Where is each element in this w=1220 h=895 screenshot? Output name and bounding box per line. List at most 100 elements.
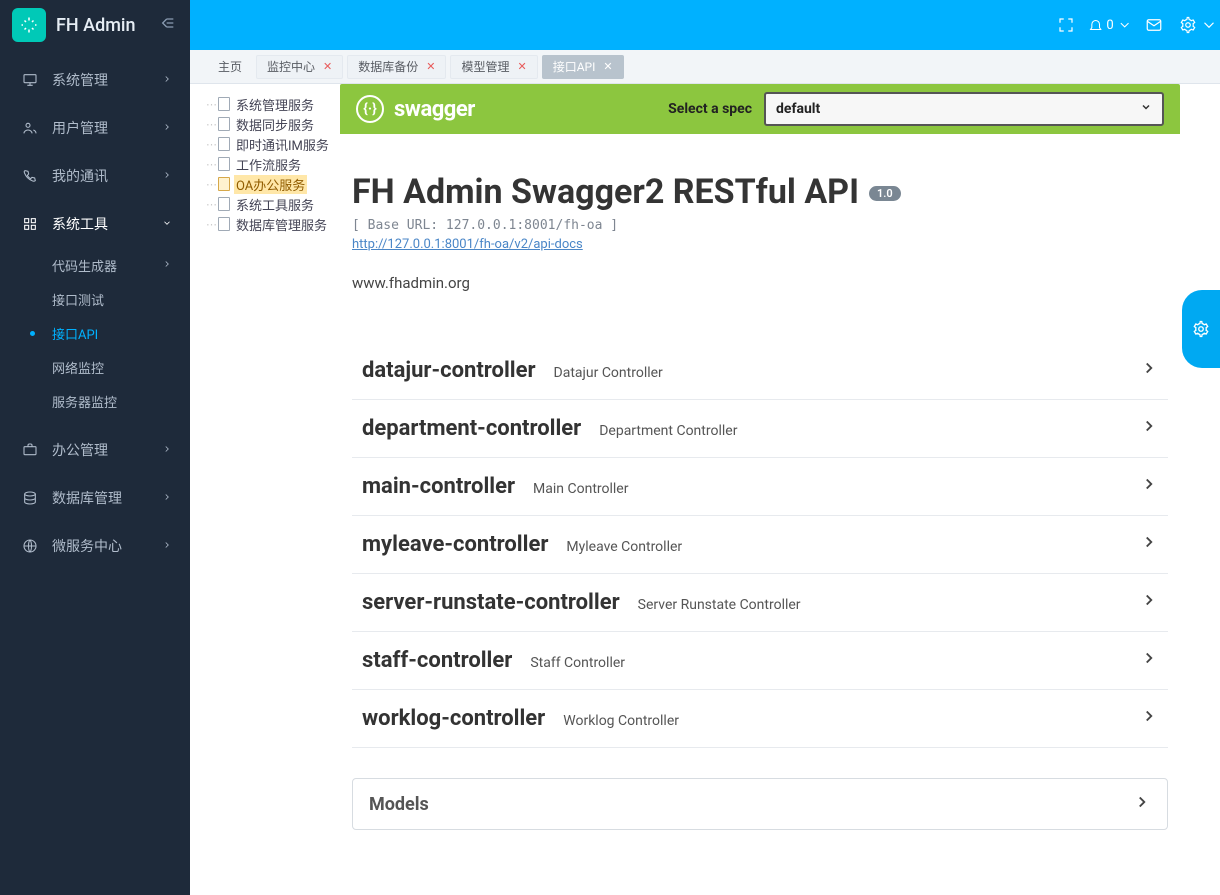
notifications-count: 0: [1106, 18, 1113, 33]
tab-label: 模型管理: [461, 58, 509, 75]
sidebar: 系统管理 用户管理 我的通讯 系统工具 代码生成器 接口测试 接口API: [0, 50, 190, 895]
notifications-button[interactable]: 0: [1088, 0, 1132, 50]
service-node[interactable]: ⋯工作流服务: [196, 154, 336, 174]
chevron-right-icon: [1140, 533, 1158, 555]
service-node-label: 即时通讯IM服务: [234, 135, 331, 154]
controller-row[interactable]: staff-controller Staff Controller: [352, 632, 1168, 690]
service-node[interactable]: ⋯系统工具服务: [196, 194, 336, 214]
briefcase-icon: [18, 442, 42, 458]
sidebar-item-system-management[interactable]: 系统管理: [0, 56, 190, 104]
users-icon: [18, 120, 42, 136]
models-section[interactable]: Models: [352, 778, 1168, 830]
controller-desc: Myleave Controller: [566, 539, 682, 555]
content-area: 主页 监控中心 ✕ 数据库备份 ✕ 模型管理 ✕ 接口API✕ ⋯系统管理服务 ⋯数据…: [190, 50, 1220, 895]
tab-label: 数据库备份: [358, 58, 418, 75]
sidebar-item-office-management[interactable]: 办公管理: [0, 426, 190, 474]
controller-row[interactable]: worklog-controllerWorklog Controller: [352, 690, 1168, 748]
grid-icon: [18, 216, 42, 232]
close-icon[interactable]: ✕: [603, 60, 612, 73]
document-icon: [218, 177, 230, 191]
document-icon: [218, 197, 230, 211]
tab-label: 监控中心: [267, 58, 315, 75]
controller-name: staff-controller: [362, 648, 512, 673]
document-icon: [218, 157, 230, 171]
chevron-right-icon: [162, 538, 172, 554]
chevron-right-icon: [1140, 591, 1158, 613]
sidebar-item-label: 我的通讯: [52, 166, 108, 186]
sidebar-sub-servermon[interactable]: 服务器监控: [0, 384, 190, 418]
chevron-right-icon: [162, 168, 172, 184]
controller-row[interactable]: myleave-controllerMyleave Controller: [352, 516, 1168, 574]
controller-name: worklog-controller: [362, 706, 545, 731]
sidebar-item-my-comm[interactable]: 我的通讯: [0, 152, 190, 200]
models-label: Models: [369, 794, 429, 815]
controller-row[interactable]: department-controllerDepartment Controll…: [352, 400, 1168, 458]
sidebar-collapse-button[interactable]: [146, 15, 190, 35]
topbar: FH Admin 0: [0, 0, 1220, 50]
settings-button[interactable]: [1176, 0, 1220, 50]
service-node-label: 数据库管理服务: [234, 215, 329, 234]
sidebar-item-label: 用户管理: [52, 118, 108, 138]
chevron-right-icon: [162, 72, 172, 88]
tab-db-backup[interactable]: 数据库备份 ✕: [347, 55, 446, 79]
service-node[interactable]: ⋯数据库管理服务: [196, 214, 336, 234]
sidebar-sub-netmon[interactable]: 网络监控: [0, 350, 190, 384]
service-node-label: OA办公服务: [234, 175, 307, 194]
sidebar-item-system-tools[interactable]: 系统工具: [0, 200, 190, 248]
tab-home[interactable]: 主页: [208, 55, 252, 79]
chevron-right-icon: [1133, 793, 1151, 815]
sidebar-sub-api-test[interactable]: 接口测试: [0, 282, 190, 316]
service-node[interactable]: ⋯即时通讯IM服务: [196, 134, 336, 154]
phone-icon: [18, 168, 42, 184]
topbar-brand-area: FH Admin: [0, 0, 190, 50]
tab-model-mgmt[interactable]: 模型管理 ✕: [450, 55, 537, 79]
document-icon: [218, 97, 230, 111]
controller-desc: Staff Controller: [530, 655, 625, 671]
service-node[interactable]: ⋯系统管理服务: [196, 94, 336, 114]
chevron-right-icon: [162, 442, 172, 458]
sidebar-sub-api-docs[interactable]: 接口API: [0, 316, 190, 350]
theme-settings-tab[interactable]: [1182, 290, 1220, 368]
chevron-right-icon: [1140, 707, 1158, 729]
sidebar-item-microservices[interactable]: 微服务中心: [0, 522, 190, 570]
service-node-selected[interactable]: ⋯OA办公服务: [196, 174, 336, 194]
sidebar-item-label: 办公管理: [52, 440, 108, 460]
brand-title: FH Admin: [56, 15, 146, 36]
controller-desc: Datajur Controller: [554, 365, 663, 381]
controller-row[interactable]: main-controllerMain Controller: [352, 458, 1168, 516]
swagger-brand: swagger: [394, 97, 475, 122]
spec-value: default: [776, 101, 820, 117]
service-node-label: 系统管理服务: [234, 95, 316, 114]
close-icon[interactable]: ✕: [426, 60, 435, 73]
close-icon[interactable]: ✕: [323, 60, 332, 73]
sidebar-item-database-management[interactable]: 数据库管理: [0, 474, 190, 522]
controller-desc: Department Controller: [599, 423, 737, 439]
swagger-logo-icon: {·}: [356, 95, 384, 123]
chevron-right-icon: [1140, 475, 1158, 497]
spec-select[interactable]: default: [764, 92, 1164, 126]
controller-row[interactable]: server-runstate-controllerServer Runstat…: [352, 574, 1168, 632]
service-node[interactable]: ⋯数据同步服务: [196, 114, 336, 134]
tab-monitor-center[interactable]: 监控中心 ✕: [256, 55, 343, 79]
sidebar-item-label: 代码生成器: [52, 256, 117, 275]
mail-button[interactable]: [1132, 0, 1176, 50]
tab-api[interactable]: 接口API✕: [542, 55, 624, 79]
sidebar-item-label: 接口API: [52, 324, 98, 343]
controller-name: main-controller: [362, 474, 515, 499]
controller-row[interactable]: datajur-controllerDatajur Controller: [352, 342, 1168, 400]
chevron-right-icon: [162, 120, 172, 136]
fullscreen-button[interactable]: [1044, 0, 1088, 50]
chevron-down-icon: [162, 216, 172, 232]
sidebar-item-user-management[interactable]: 用户管理: [0, 104, 190, 152]
close-icon[interactable]: ✕: [518, 60, 527, 73]
sidebar-sub-code-generator[interactable]: 代码生成器: [0, 248, 190, 282]
sidebar-item-label: 数据库管理: [52, 488, 122, 508]
database-icon: [18, 490, 42, 506]
service-node-label: 工作流服务: [234, 155, 303, 174]
sidebar-item-label: 系统管理: [52, 70, 108, 90]
org-text: www.fhadmin.org: [352, 274, 1168, 292]
api-docs-link[interactable]: http://127.0.0.1:8001/fh-oa/v2/api-docs: [352, 237, 583, 252]
topbar-actions: 0: [1044, 0, 1220, 50]
logo-badge: [12, 8, 46, 42]
controller-name: server-runstate-controller: [362, 590, 620, 615]
